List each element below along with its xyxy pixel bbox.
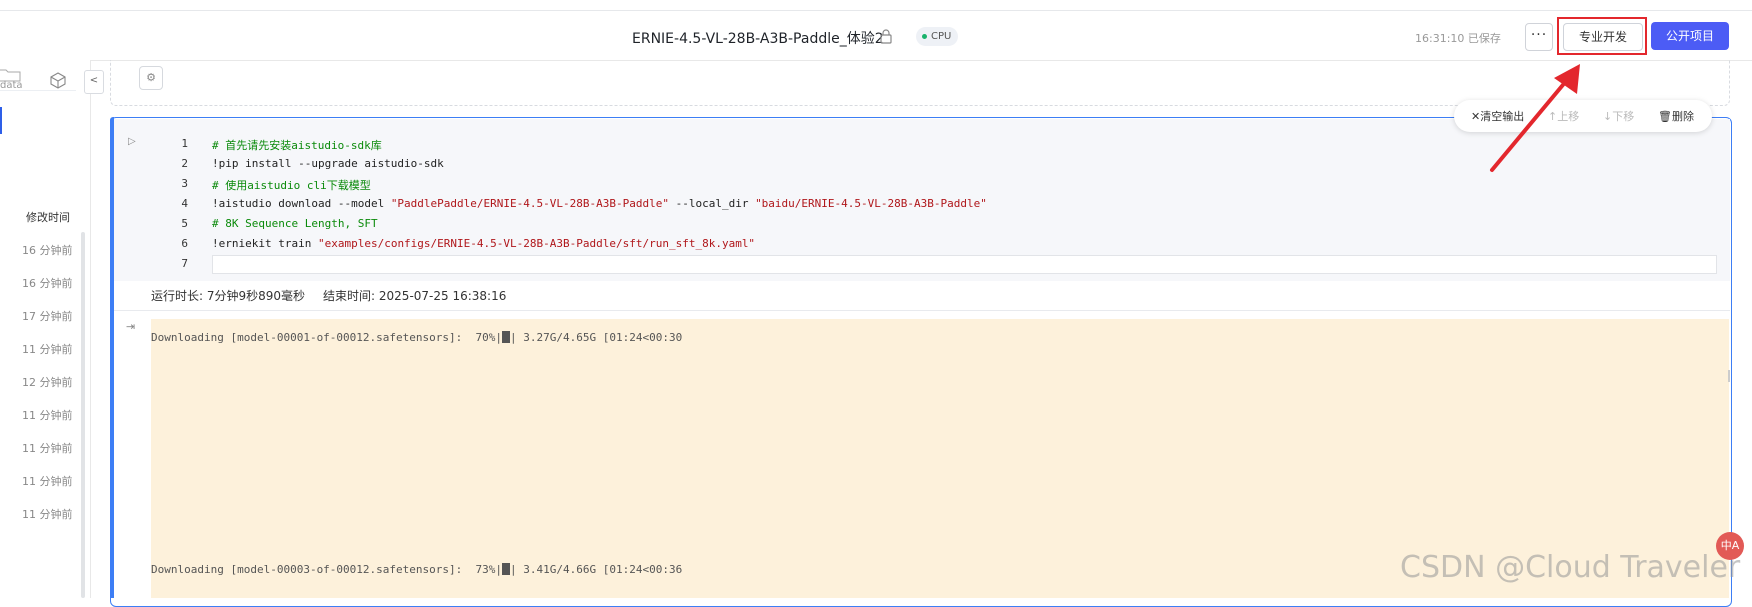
translate-float-button[interactable]: 中A xyxy=(1716,532,1744,560)
file-modified-time: 17 分钟前 xyxy=(22,310,73,323)
header: ERNIE-4.5-VL-28B-A3B-Paddle_体验2 CPU 16:3… xyxy=(0,11,1752,61)
file-sidebar: data 修改时间 16 分钟前 16 分钟前 17 分钟前 11 分钟前 12… xyxy=(0,60,91,598)
output-text: Downloading [model-00003-of-00012.safete… xyxy=(151,563,502,576)
sidebar-divider xyxy=(0,90,76,91)
delete-label: 删除 xyxy=(1671,110,1694,123)
output-text: | 3.27G/4.65G [01:24<00:30 xyxy=(510,331,683,344)
run-cell-icon[interactable]: ▷ xyxy=(128,136,136,147)
more-button[interactable]: ··· xyxy=(1525,23,1553,51)
line-number: 1 xyxy=(181,137,188,150)
line-number: 7 xyxy=(181,257,188,270)
code-token: --local_dir xyxy=(668,197,756,210)
watermark: CSDN @Cloud Traveler xyxy=(1400,550,1741,585)
end-time: 结束时间: 2025-07-25 16:38:16 xyxy=(323,289,507,303)
file-modified-time: 11 分钟前 xyxy=(22,508,73,521)
code-line: # 8K Sequence Length, SFT xyxy=(212,217,378,230)
code-line: # 首先请先安装aistudio-sdk库 xyxy=(212,139,382,152)
file-modified-time: 11 分钟前 xyxy=(22,442,73,455)
line-number: 4 xyxy=(181,197,188,210)
sidebar-scrollbar[interactable] xyxy=(81,232,85,598)
close-icon: ✕ xyxy=(1471,110,1481,123)
file-modified-time: 12 分钟前 xyxy=(22,376,73,389)
code-token: !aistudio download --model xyxy=(212,197,391,210)
output-text: Downloading [model-00001-of-00012.safete… xyxy=(151,331,502,344)
line-number: 2 xyxy=(181,157,188,170)
output-line: Downloading [model-00001-of-00012.safete… xyxy=(151,331,682,344)
output-text: | 3.41G/4.66G [01:24<00:36 xyxy=(510,563,683,576)
save-status: 16:31:10 已保存 xyxy=(1415,32,1501,45)
file-modified-time: 11 分钟前 xyxy=(22,475,73,488)
line-number: 5 xyxy=(181,217,188,230)
code-string: "PaddlePaddle/ERNIE-4.5-VL-28B-A3B-Paddl… xyxy=(390,197,669,210)
gear-icon[interactable]: ⚙ xyxy=(139,66,163,90)
move-down-label: 下移 xyxy=(1612,110,1635,123)
line-number: 3 xyxy=(181,177,188,190)
progress-bar-fill xyxy=(502,331,510,343)
code-line: !aistudio download --model "PaddlePaddle… xyxy=(212,197,987,210)
code-line: !erniekit train "examples/configs/ERNIE-… xyxy=(212,237,755,250)
execution-info: 运行时长: 7分钟9秒890毫秒 结束时间: 2025-07-25 16:38:1… xyxy=(151,287,506,304)
cpu-status-badge: CPU xyxy=(916,27,959,46)
output-icon: ⇥ xyxy=(126,320,136,333)
collapse-sidebar-button[interactable]: < xyxy=(84,70,104,94)
code-line: # 使用aistudio cli下载模型 xyxy=(212,179,371,192)
highlight-box xyxy=(1557,17,1647,55)
output-line: Downloading [model-00003-of-00012.safete… xyxy=(151,563,682,576)
file-modified-time: 11 分钟前 xyxy=(22,343,73,356)
run-duration: 运行时长: 7分钟9秒890毫秒 xyxy=(151,289,306,303)
top-border xyxy=(0,0,1752,11)
lock-icon xyxy=(880,29,892,44)
file-modified-time: 16 分钟前 xyxy=(22,244,73,257)
code-string: "examples/configs/ERNIE-4.5-VL-28B-A3B-P… xyxy=(317,237,756,250)
sidebar-active-marker xyxy=(0,107,2,134)
file-modified-time: 11 分钟前 xyxy=(22,409,73,422)
line-number: 6 xyxy=(181,237,188,250)
annotation-arrow xyxy=(1490,64,1580,172)
code-line: !pip install --upgrade aistudio-sdk xyxy=(212,157,444,170)
code-token: !erniekit train xyxy=(212,237,318,250)
file-modified-time: 16 分钟前 xyxy=(22,277,73,290)
trash-icon: 🗑 xyxy=(1658,110,1672,123)
output-scrollbar[interactable] xyxy=(1728,370,1730,382)
progress-bar-fill xyxy=(502,563,510,575)
delete-button[interactable]: 🗑删除 xyxy=(1658,108,1694,124)
move-down-button[interactable]: ↓下移 xyxy=(1603,108,1634,124)
output-divider xyxy=(114,310,1730,311)
cube-icon[interactable] xyxy=(50,72,66,89)
publish-button[interactable]: 公开项目 xyxy=(1651,22,1729,50)
current-code-line[interactable] xyxy=(212,255,1717,274)
project-title: ERNIE-4.5-VL-28B-A3B-Paddle_体验2 xyxy=(632,31,884,47)
arrow-down-icon: ↓ xyxy=(1603,110,1613,123)
modified-time-header[interactable]: 修改时间 xyxy=(26,209,70,225)
code-string: "baidu/ERNIE-4.5-VL-28B-A3B-Paddle" xyxy=(755,197,987,210)
